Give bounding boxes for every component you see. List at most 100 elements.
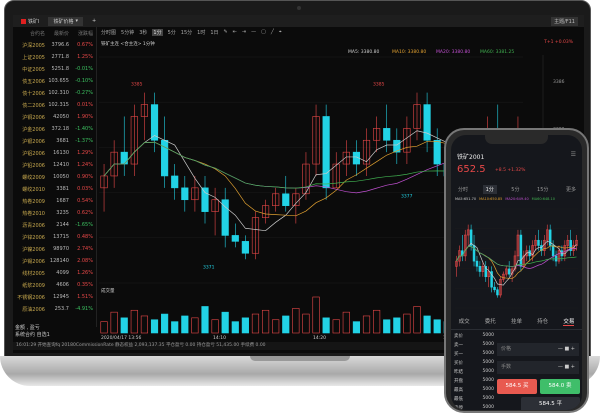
- ma-legend-item: MA20: 3380.80: [436, 49, 470, 55]
- bottom-tab[interactable]: 委托: [485, 317, 496, 326]
- order-book: 卖价 5000 卖一 5000 买一 5000 买价 5000 昨结 5000 开盘 5000 最高 50…: [454, 331, 494, 410]
- book-label: 卖价: [454, 333, 463, 339]
- volume-bar: [302, 313, 310, 334]
- candle-down: [282, 193, 290, 206]
- price-field[interactable]: 价格 — ■ +: [497, 343, 579, 356]
- volume-bar: [423, 315, 431, 334]
- ma-legend-item: MA5: 3380.80: [348, 49, 380, 55]
- candle-down: [519, 234, 523, 267]
- book-value: 5000: [482, 342, 494, 347]
- volume-bar: [413, 306, 421, 334]
- qty-field-label: 手数: [501, 364, 512, 370]
- ma-legend-item: MA20:649.40: [505, 197, 529, 201]
- period-tab[interactable]: 5分: [508, 185, 522, 194]
- book-label: 涨停: [454, 405, 463, 411]
- bottom-tab[interactable]: 交易: [563, 317, 575, 326]
- volume-bar: [161, 313, 169, 334]
- volume-bar: [191, 317, 199, 334]
- volume-bar: [312, 296, 320, 334]
- menu-icon[interactable]: ☰: [571, 151, 576, 158]
- book-label: 最低: [454, 396, 463, 402]
- phone-notch: [485, 135, 548, 144]
- book-value: 5000: [482, 333, 494, 338]
- ma-legend-item: MA10:650.85: [479, 197, 503, 201]
- bottom-tab[interactable]: 成交: [459, 317, 470, 326]
- book-label: 卖一: [454, 342, 463, 348]
- volume-bar: [231, 321, 239, 334]
- candle-down: [554, 255, 558, 262]
- volume-bar: [100, 321, 108, 334]
- volume-bar: [241, 317, 249, 334]
- volume-bar: [221, 311, 229, 334]
- volume-bar: [211, 319, 219, 334]
- low-price-label: 3377: [401, 193, 413, 199]
- book-label: 买一: [454, 351, 463, 357]
- volume-bar: [342, 311, 350, 334]
- book-value: 5000: [482, 351, 494, 356]
- time-label: 2020/04/17 13:56: [101, 335, 141, 341]
- volume-bar: [332, 319, 340, 334]
- volume-bar: [383, 319, 391, 334]
- volume-bar: [140, 315, 149, 334]
- sell-button[interactable]: 584.0 卖: [540, 379, 580, 394]
- candle-down: [475, 260, 479, 267]
- volume-bar: [181, 315, 189, 334]
- candle-down: [171, 175, 179, 189]
- qty-field[interactable]: 手数 — ■ +: [497, 361, 579, 374]
- bottom-tab[interactable]: 挂单: [511, 317, 522, 326]
- volume-bar: [393, 317, 401, 334]
- volume-bar: [433, 319, 441, 334]
- candle-down: [551, 245, 555, 257]
- period-tab[interactable]: 1分: [482, 185, 497, 194]
- candle-down: [507, 268, 511, 275]
- chart-title: 铁矿主连 <合主连> 1分钟: [101, 40, 155, 47]
- close-position-button[interactable]: 584.5 平: [521, 397, 580, 410]
- period-tabs: 分时 1分 5分 15分 更多: [455, 185, 579, 194]
- candle-down: [231, 235, 239, 242]
- candle-down: [493, 286, 496, 291]
- ma-legend-item: MA10: 3380.80: [392, 49, 426, 55]
- order-book-row: 卖一 5000: [454, 340, 494, 349]
- volume-bar: [403, 313, 411, 334]
- book-value: 5000: [482, 387, 494, 392]
- order-book-row: 卖价 5000: [454, 331, 494, 340]
- bottom-tab[interactable]: 持仓: [537, 317, 548, 326]
- volume-bar: [282, 315, 290, 334]
- book-value: 5000: [482, 378, 494, 383]
- candle-down: [478, 266, 482, 272]
- candle-down: [150, 104, 159, 141]
- ma-legend: MA5:651.70 MA10:650.85 MA20:649.40 MA60:648…: [455, 197, 555, 201]
- period-tab[interactable]: 15分: [534, 185, 551, 194]
- candle-down: [120, 151, 128, 165]
- period-tab[interactable]: 分时: [455, 185, 471, 194]
- price-field-label: 价格: [501, 346, 512, 352]
- order-book-row: 最低 5000: [454, 394, 494, 403]
- candle-down: [496, 289, 499, 296]
- volume-bar: [322, 317, 330, 334]
- buy-button[interactable]: 584.5 买: [497, 379, 537, 394]
- volume-bar: [251, 313, 260, 334]
- phone: 铁矿2001 ☰ 652.5 +8.5 +1.32% 分时 1分 5分 15分 更多 M…: [444, 128, 589, 413]
- candle-down: [241, 241, 249, 254]
- candle-down: [433, 139, 441, 165]
- contract-title[interactable]: 铁矿2001: [457, 152, 484, 161]
- price-change: +8.5 +1.32%: [495, 168, 526, 173]
- low-price-label: 3371: [203, 265, 215, 271]
- volume-bar: [292, 308, 300, 334]
- period-tab[interactable]: 更多: [563, 185, 579, 194]
- candle-down: [383, 128, 391, 141]
- volume-bar: [150, 319, 159, 334]
- book-value: 5000: [482, 396, 494, 401]
- volume-label: 成交量: [101, 287, 115, 294]
- bottom-tabs: 成交 委托 挂单 持仓 交易: [451, 317, 582, 330]
- volume-bar: [120, 317, 128, 334]
- candle-down: [423, 104, 431, 141]
- ma-legend-item: MA60: 3381.25: [480, 49, 514, 55]
- volume-bar: [201, 306, 209, 334]
- mobile-kline-chart[interactable]: [451, 203, 582, 313]
- book-label: 最高: [454, 387, 463, 393]
- candle-down: [537, 239, 540, 246]
- order-book-row: 买价 5000: [454, 358, 494, 367]
- candle-down: [181, 187, 189, 201]
- candle-down: [322, 116, 330, 189]
